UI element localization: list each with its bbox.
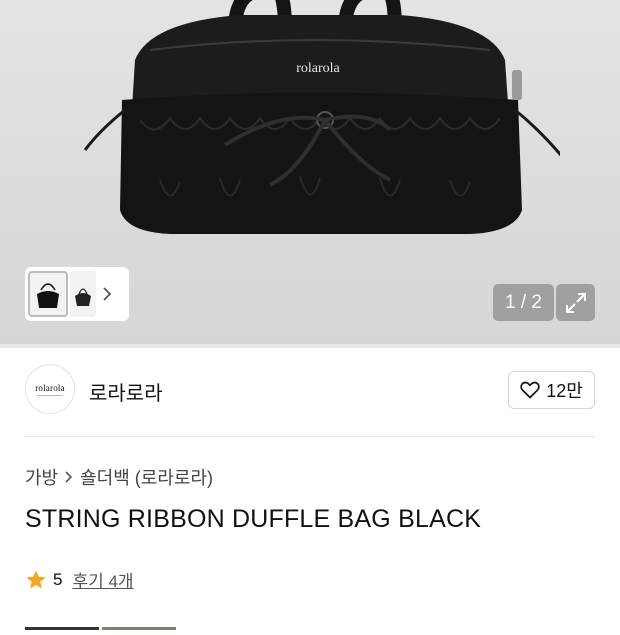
chevron-right-icon (103, 287, 112, 301)
bag-brand-print: rolarola (296, 61, 340, 76)
rating-score: 5 (53, 569, 63, 589)
store-logo-rule (37, 394, 63, 396)
product-title: STRING RIBBON DUFFLE BAG BLACK (25, 505, 482, 533)
breadcrumb: 가방 숄더백 (로라로라) (25, 464, 213, 490)
reviews-link[interactable]: 후기 4개 (72, 567, 133, 592)
store-logo-text: rolarola (35, 382, 65, 393)
expand-arrows-icon (565, 292, 586, 313)
divider (25, 436, 595, 437)
section-divider (0, 344, 620, 348)
thumbnail-1[interactable] (28, 271, 68, 317)
thumbnail-bag-image (37, 283, 59, 308)
thumbnail-2[interactable] (70, 271, 96, 317)
heart-outline-icon (520, 381, 540, 399)
thumbnail-next-button[interactable] (98, 287, 116, 301)
product-photo-bag: rolarola (83, 0, 560, 234)
product-image-gallery[interactable]: rolarola 1 / 2 (0, 0, 620, 344)
store-logo[interactable]: rolarola (25, 364, 75, 414)
rating-summary: 5 후기 4개 (25, 567, 134, 592)
swatch-brown[interactable] (102, 627, 176, 630)
like-button[interactable]: 12만 (508, 371, 595, 409)
swatch-black[interactable] (25, 627, 99, 630)
chevron-right-icon (65, 471, 73, 483)
star-icon (26, 570, 46, 589)
image-counter-text: 1 / 2 (505, 291, 542, 313)
image-counter: 1 / 2 (493, 284, 554, 321)
store-row[interactable]: rolarola 로라로라 12만 (25, 364, 595, 418)
like-count: 12만 (546, 381, 583, 401)
store-name[interactable]: 로라로라 (89, 377, 163, 406)
breadcrumb-category[interactable]: 가방 (25, 464, 58, 490)
expand-image-button[interactable] (556, 284, 595, 321)
thumbnail-strip[interactable] (25, 267, 129, 321)
breadcrumb-subcategory[interactable]: 숄더백 (로라로라) (80, 464, 213, 490)
thumbnail-bag-image (75, 288, 91, 306)
